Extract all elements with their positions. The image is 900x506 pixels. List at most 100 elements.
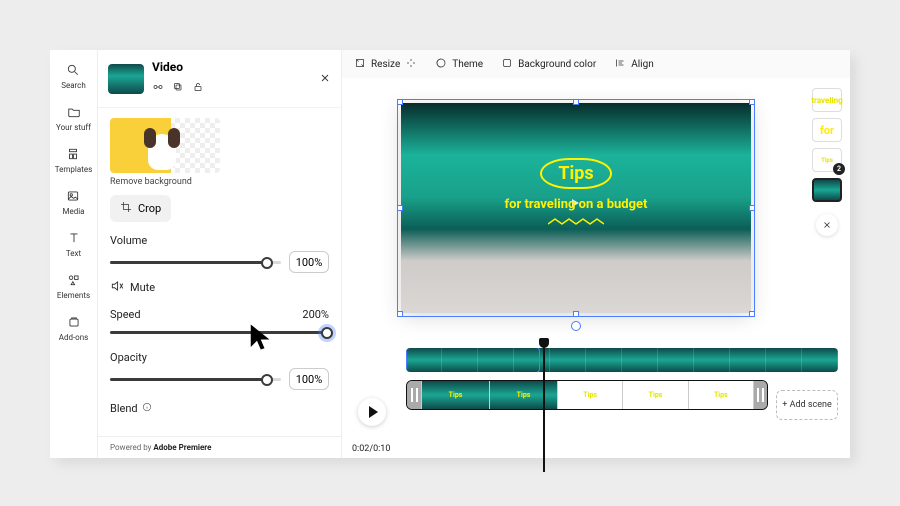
theme-label: Theme xyxy=(452,59,483,70)
tracks: Tips Tips Tips Tips Tips + Add scene xyxy=(406,348,838,418)
resize-handle[interactable] xyxy=(573,311,579,317)
app-window: Search Your stuff Templates Media Text E… xyxy=(50,50,850,458)
selected-clip-range[interactable] xyxy=(406,348,540,372)
folder-icon xyxy=(66,104,82,120)
layer-thumbnail-strip: traveling for Tips2 xyxy=(812,88,842,236)
scene-thumb[interactable]: Tips xyxy=(557,381,622,409)
nav-label: Add-ons xyxy=(59,333,89,342)
canvas[interactable]: Tips for traveling on a budget traveling… xyxy=(342,78,850,338)
volume-row: Volume 100% Mute xyxy=(110,234,329,296)
scene-thumb[interactable]: Tips xyxy=(688,381,753,409)
nav-search[interactable]: Search xyxy=(61,62,86,90)
volume-value[interactable]: 100% xyxy=(289,251,329,273)
resize-handle[interactable] xyxy=(573,99,579,105)
scene-grab-handle[interactable] xyxy=(407,381,421,409)
speed-row: Speed 200% xyxy=(110,308,329,339)
close-panel-button[interactable] xyxy=(319,69,331,88)
search-icon xyxy=(65,62,81,78)
resize-handle[interactable] xyxy=(749,99,755,105)
layer-thumb[interactable]: for xyxy=(812,118,842,142)
lock-icon[interactable] xyxy=(192,78,204,97)
mute-label: Mute xyxy=(130,281,155,294)
align-icon xyxy=(614,57,626,72)
info-icon xyxy=(142,402,152,415)
layer-thumb[interactable]: traveling xyxy=(812,88,842,112)
nav-label: Text xyxy=(66,249,81,258)
add-scene-button[interactable]: + Add scene xyxy=(776,390,838,420)
resize-button[interactable]: Resize xyxy=(354,57,417,72)
nav-media[interactable]: Media xyxy=(62,188,84,216)
remove-background-section: Remove background xyxy=(110,118,329,187)
properties-header: Video xyxy=(98,50,341,108)
video-track[interactable] xyxy=(406,348,838,372)
remove-bg-preview xyxy=(110,118,220,173)
mute-toggle[interactable]: Mute xyxy=(110,279,329,296)
title-word: Tips xyxy=(540,158,611,189)
layer-thumb-selected[interactable] xyxy=(812,178,842,202)
close-layer-strip-button[interactable] xyxy=(816,214,838,236)
speed-value: 200% xyxy=(302,308,329,321)
play-button[interactable] xyxy=(358,398,386,426)
remove-bg-label[interactable]: Remove background xyxy=(110,177,329,187)
theme-button[interactable]: Theme xyxy=(435,57,483,72)
scenes-track[interactable]: Tips Tips Tips Tips Tips xyxy=(406,380,768,410)
opacity-slider[interactable] xyxy=(110,372,281,386)
text-icon xyxy=(66,230,82,246)
align-button[interactable]: Align xyxy=(614,57,654,72)
title-text-group[interactable]: Tips for traveling on a budget xyxy=(401,158,751,231)
resize-handle[interactable] xyxy=(397,311,403,317)
mute-icon xyxy=(110,279,124,296)
nav-label: Your stuff xyxy=(56,123,91,132)
templates-icon xyxy=(65,146,81,162)
scene-thumb[interactable]: Tips xyxy=(622,381,687,409)
nav-text[interactable]: Text xyxy=(66,230,82,258)
nav-label: Search xyxy=(61,81,86,90)
selected-clip-thumbnail xyxy=(108,64,144,94)
sparkle-icon xyxy=(405,57,417,72)
duplicate-icon[interactable] xyxy=(172,78,184,97)
speed-slider[interactable] xyxy=(110,325,329,339)
addons-icon xyxy=(66,314,82,330)
layer-thumb[interactable]: Tips2 xyxy=(812,148,842,172)
powered-name: Adobe Premiere xyxy=(153,443,211,452)
scene-grab-handle[interactable] xyxy=(753,381,767,409)
crop-button[interactable]: Crop xyxy=(110,195,171,222)
blend-row[interactable]: Blend xyxy=(110,402,329,415)
speed-label: Speed xyxy=(110,308,141,321)
nav-your-stuff[interactable]: Your stuff xyxy=(56,104,91,132)
panel-title: Video xyxy=(152,60,311,74)
resize-icon xyxy=(354,57,366,72)
crop-label: Crop xyxy=(138,202,161,215)
zigzag-icon xyxy=(548,218,604,226)
subtitle-text: for traveling on a budget xyxy=(401,197,751,212)
elements-icon xyxy=(66,272,82,288)
time-display: 0:02/0:10 xyxy=(352,444,390,454)
resize-handle[interactable] xyxy=(749,311,755,317)
mouse-cursor-icon xyxy=(247,322,277,356)
blend-label: Blend xyxy=(110,402,138,415)
nav-label: Templates xyxy=(55,165,92,174)
resize-handle[interactable] xyxy=(397,99,403,105)
opacity-label: Opacity xyxy=(110,351,147,364)
link-icon[interactable] xyxy=(152,78,164,97)
media-icon xyxy=(65,188,81,204)
opacity-value[interactable]: 100% xyxy=(289,368,329,390)
timeline: 0:02/0:10 Tips Tips Tips Tips Tips + Add… xyxy=(342,338,850,458)
badge-count: 2 xyxy=(833,163,845,175)
rotate-handle[interactable] xyxy=(571,321,581,331)
nav-addons[interactable]: Add-ons xyxy=(59,314,89,342)
video-on-canvas[interactable]: Tips for traveling on a budget xyxy=(401,103,751,313)
scene-thumb[interactable]: Tips xyxy=(489,381,557,409)
volume-slider[interactable] xyxy=(110,255,281,269)
canvas-toolbar: Resize Theme Background color Align xyxy=(342,50,850,78)
nav-templates[interactable]: Templates xyxy=(55,146,92,174)
nav-label: Elements xyxy=(57,291,90,300)
resize-label: Resize xyxy=(371,59,400,70)
opacity-row: Opacity 100% xyxy=(110,351,329,390)
scene-thumb[interactable]: Tips xyxy=(421,381,489,409)
powered-by: Powered by Adobe Premiere xyxy=(98,436,341,458)
nav-elements[interactable]: Elements xyxy=(57,272,90,300)
main-area: Resize Theme Background color Align xyxy=(342,50,850,458)
background-color-button[interactable]: Background color xyxy=(501,57,596,72)
left-rail-nav: Search Your stuff Templates Media Text E… xyxy=(50,50,98,458)
